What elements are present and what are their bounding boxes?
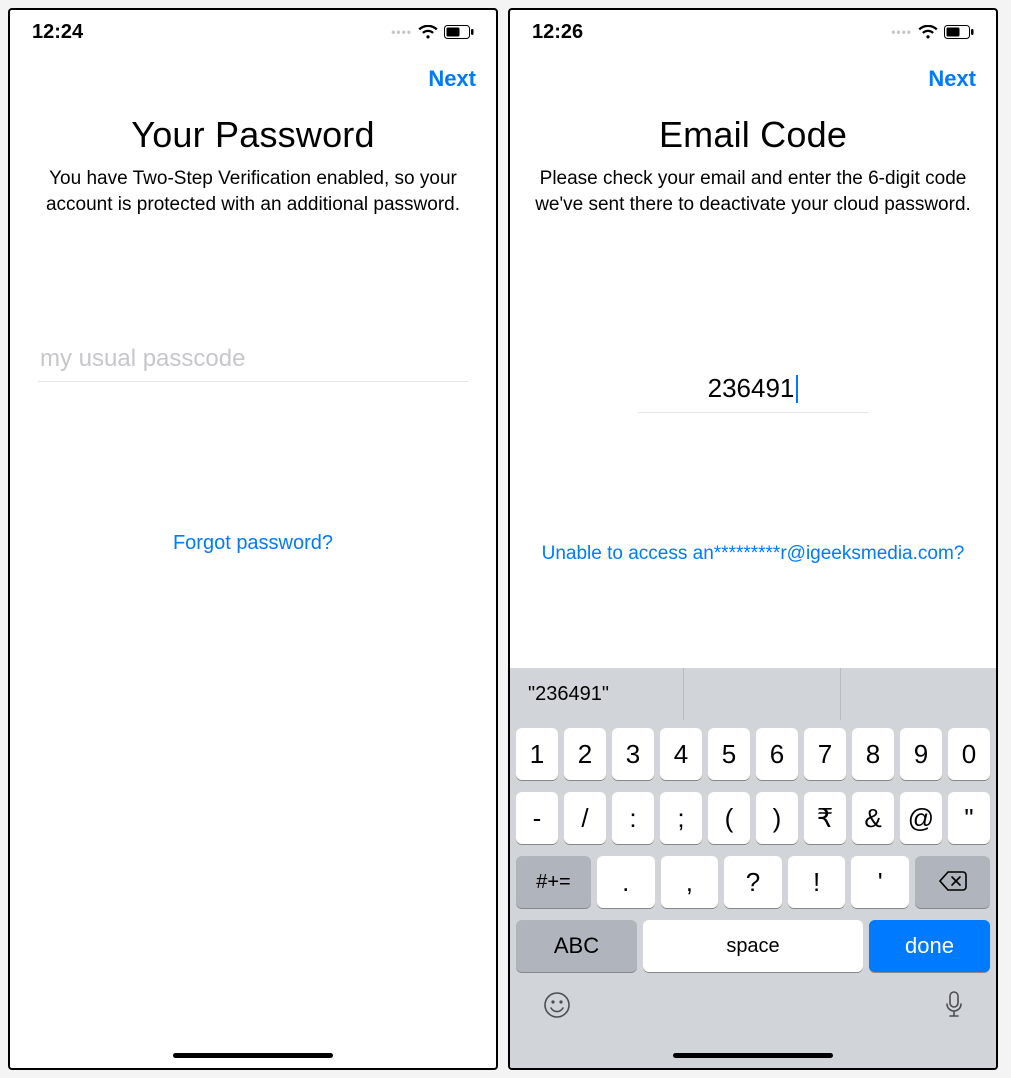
phone-right-emailcode: 12:26 •••• Next Email Code Please check … — [508, 8, 998, 1070]
status-time: 12:26 — [532, 21, 583, 44]
cellular-dots-icon: •••• — [391, 25, 412, 39]
key-space[interactable]: space — [643, 920, 863, 972]
key-8[interactable]: 8 — [852, 728, 894, 780]
battery-icon — [944, 25, 974, 39]
forgot-password-link[interactable]: Forgot password? — [10, 532, 496, 555]
key-quote[interactable]: " — [948, 792, 990, 844]
mic-icon[interactable] — [944, 990, 964, 1028]
key-dash[interactable]: - — [516, 792, 558, 844]
key-5[interactable]: 5 — [708, 728, 750, 780]
password-field-wrap — [38, 337, 468, 382]
suggestion-bar: "236491" — [510, 668, 996, 720]
key-1[interactable]: 1 — [516, 728, 558, 780]
page-description: You have Two-Step Verification enabled, … — [10, 156, 496, 217]
key-comma[interactable]: , — [661, 856, 719, 908]
key-slash[interactable]: / — [564, 792, 606, 844]
suggestion-3[interactable] — [841, 668, 996, 720]
key-0[interactable]: 0 — [948, 728, 990, 780]
page-description: Please check your email and enter the 6-… — [510, 156, 996, 217]
key-row-1: 1 2 3 4 5 6 7 8 9 0 — [514, 728, 992, 780]
backspace-icon — [939, 867, 967, 898]
next-button[interactable]: Next — [428, 66, 476, 92]
key-backspace[interactable] — [915, 856, 990, 908]
key-paren-open[interactable]: ( — [708, 792, 750, 844]
key-done[interactable]: done — [869, 920, 990, 972]
key-period[interactable]: . — [597, 856, 655, 908]
key-at[interactable]: @ — [900, 792, 942, 844]
home-indicator[interactable] — [173, 1053, 333, 1058]
wifi-icon — [418, 25, 438, 40]
key-3[interactable]: 3 — [612, 728, 654, 780]
key-colon[interactable]: : — [612, 792, 654, 844]
key-symbols[interactable]: #+= — [516, 856, 591, 908]
code-input[interactable]: 236491 — [638, 367, 869, 413]
status-right: •••• — [891, 25, 974, 40]
text-cursor — [796, 375, 798, 403]
key-row-4: ABC space done — [514, 920, 992, 972]
suggestion-2[interactable] — [684, 668, 840, 720]
key-2[interactable]: 2 — [564, 728, 606, 780]
keyboard-bottom-row — [514, 972, 992, 1028]
unable-access-link[interactable]: Unable to access an*********r@igeeksmedi… — [510, 543, 996, 565]
suggestion-1[interactable]: "236491" — [510, 668, 684, 720]
key-rupee[interactable]: ₹ — [804, 792, 846, 844]
wifi-icon — [918, 25, 938, 40]
nav-bar: Next — [10, 54, 496, 96]
status-bar: 12:24 •••• — [10, 10, 496, 54]
page-title: Your Password — [10, 114, 496, 156]
key-9[interactable]: 9 — [900, 728, 942, 780]
key-question[interactable]: ? — [724, 856, 782, 908]
key-abc[interactable]: ABC — [516, 920, 637, 972]
key-semicolon[interactable]: ; — [660, 792, 702, 844]
key-apostrophe[interactable]: ' — [851, 856, 909, 908]
key-row-3: #+= . , ? ! ' — [514, 856, 992, 908]
code-value: 236491 — [708, 373, 795, 404]
key-paren-close[interactable]: ) — [756, 792, 798, 844]
key-6[interactable]: 6 — [756, 728, 798, 780]
key-4[interactable]: 4 — [660, 728, 702, 780]
key-7[interactable]: 7 — [804, 728, 846, 780]
nav-bar: Next — [510, 54, 996, 96]
home-indicator[interactable] — [673, 1053, 833, 1058]
phone-left-password: 12:24 •••• Next Your Password You have T… — [8, 8, 498, 1070]
battery-icon — [444, 25, 474, 39]
emoji-icon[interactable] — [542, 990, 572, 1028]
key-ampersand[interactable]: & — [852, 792, 894, 844]
key-row-2: - / : ; ( ) ₹ & @ " — [514, 792, 992, 844]
key-exclaim[interactable]: ! — [788, 856, 846, 908]
next-button[interactable]: Next — [928, 66, 976, 92]
cellular-dots-icon: •••• — [891, 25, 912, 39]
password-input[interactable] — [38, 337, 468, 382]
code-field-wrap: 236491 — [538, 367, 968, 413]
page-title: Email Code — [510, 114, 996, 156]
status-time: 12:24 — [32, 21, 83, 44]
status-right: •••• — [391, 25, 474, 40]
status-bar: 12:26 •••• — [510, 10, 996, 54]
keyboard: "236491" 1 2 3 4 5 6 7 8 9 0 - / : ; ( )… — [510, 668, 996, 1068]
